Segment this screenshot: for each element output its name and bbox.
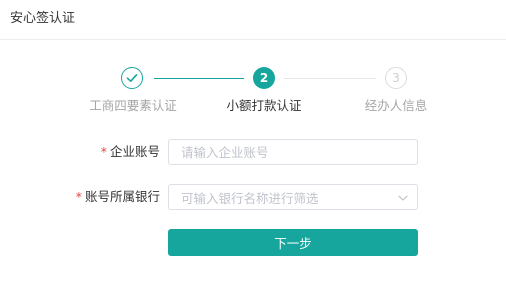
bank-label-text: 账号所属银行 [84,189,160,204]
bank-select[interactable]: 可输入银行名称进行筛选 [168,184,418,210]
step-connector-1 [154,78,244,79]
account-label: * 企业账号 [101,144,160,160]
bank-label: * 账号所属银行 [76,189,160,205]
next-step-button[interactable]: 下一步 [168,229,418,256]
required-mark: * [75,189,82,204]
step-indicator: 2 3 工商四要素认证 小额打款认证 经办人信息 [0,60,506,120]
step-connector-2 [284,78,376,79]
page-header: 安心签认证 [0,0,506,40]
chevron-down-icon [398,195,408,201]
page-title: 安心签认证 [10,11,76,26]
account-row: * 企业账号 [0,139,506,165]
bank-select-placeholder: 可输入银行名称进行筛选 [181,190,319,206]
step-3-number: 3 [392,71,400,85]
step-2-label: 小额打款认证 [226,98,302,113]
step-1-circle [121,67,143,89]
account-label-text: 企业账号 [109,144,160,159]
required-mark: * [100,144,107,159]
bank-row: * 账号所属银行 可输入银行名称进行筛选 [0,184,506,210]
account-input[interactable] [168,139,418,165]
step-3-circle: 3 [385,67,407,89]
check-icon [126,73,138,82]
step-2-number: 2 [259,71,269,85]
step-1-label: 工商四要素认证 [89,98,177,113]
step-3-label: 经办人信息 [364,98,428,113]
step-2-circle: 2 [253,67,275,89]
